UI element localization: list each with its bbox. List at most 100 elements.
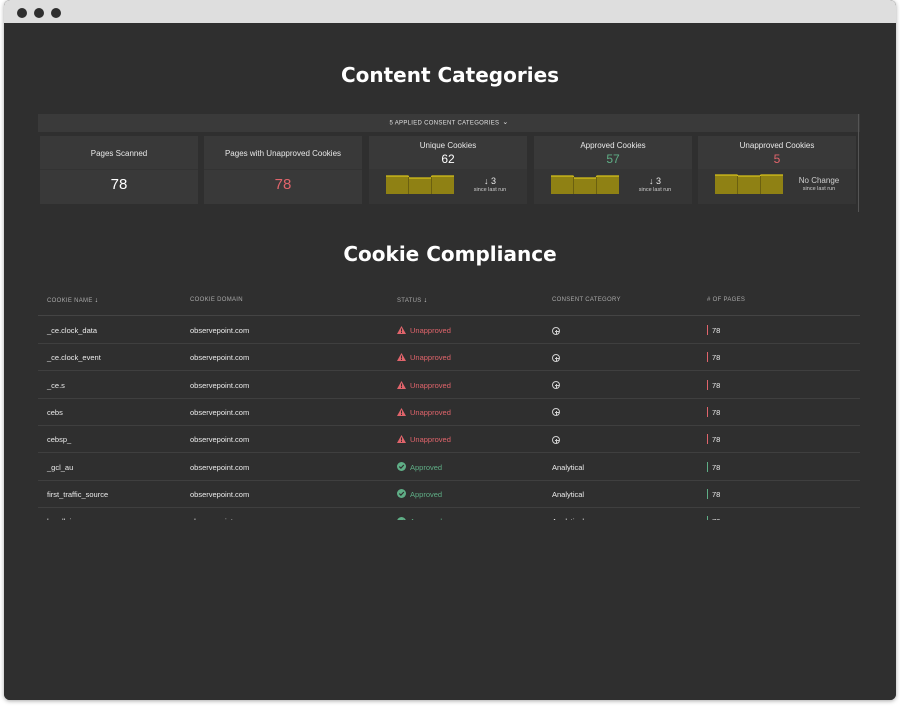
since-label: since last run	[638, 187, 672, 193]
plus-circle-icon[interactable]	[552, 381, 560, 390]
status-badge: Unapproved	[397, 381, 451, 390]
header-label: Cookie Domain	[190, 297, 243, 303]
category-label: Analytical	[552, 489, 585, 499]
header-label: Status	[397, 298, 422, 304]
column-header-status[interactable]: Status ↓	[397, 297, 427, 304]
cookie-domain: observepoint.com	[190, 517, 249, 520]
pages-value: 78	[712, 517, 720, 520]
cookie-domain: observepoint.com	[190, 407, 250, 417]
status-label: Unapproved	[410, 407, 451, 417]
report-content: Content Categories 5 APPLIED CONSENT CAT…	[4, 23, 896, 700]
since-label: since last run	[473, 187, 507, 193]
cookie-domain: observepoint.com	[190, 353, 250, 363]
column-header-pages[interactable]: # of Pages	[707, 297, 745, 303]
pages-value: 78	[712, 407, 721, 417]
approved-cookies-card[interactable]: Approved Cookies 57 ↓ 3 since last run	[534, 136, 692, 204]
delta-value: No Change	[798, 176, 840, 185]
table-row[interactable]: _gcl_au observepoint.com Approved Analytica…	[38, 454, 860, 481]
status-badge: Approved	[397, 462, 442, 472]
pages-value: 78	[712, 353, 721, 363]
cookie-name[interactable]: handl_ip	[47, 517, 75, 520]
pages-unapproved-card[interactable]: Pages with Unapproved Cookies 78	[204, 136, 362, 204]
status-bar-mark	[707, 325, 708, 336]
status-badge: Unapproved	[397, 408, 451, 417]
table-row[interactable]: cebs observepoint.com Unapproved 78	[38, 399, 860, 426]
column-header-cookie-domain[interactable]: Cookie Domain	[190, 297, 243, 303]
status-bar-mark	[707, 461, 708, 472]
table-row[interactable]: first_traffic_source observepoint.com Appr…	[38, 481, 860, 508]
consent-category[interactable]	[552, 435, 560, 444]
consent-category[interactable]	[552, 381, 560, 390]
content-categories-title: Content Categories	[340, 63, 560, 87]
pages-value: 78	[712, 489, 721, 499]
header-label: Consent Category	[552, 297, 621, 303]
consent-category[interactable]	[552, 326, 560, 335]
pages-value: 78	[712, 462, 721, 472]
status-badge: Approved	[397, 489, 442, 499]
card-value: 78	[110, 176, 128, 193]
check-circle-icon	[397, 489, 406, 499]
unapproved-cookies-card[interactable]: Unapproved Cookies 5 No Change since las…	[698, 136, 856, 204]
consent-category[interactable]	[552, 353, 560, 362]
table-row[interactable]: cebsp_ observepoint.com Unapproved 78	[38, 426, 860, 454]
cookie-name[interactable]: _ce.clock_data	[47, 326, 97, 335]
card-divider	[40, 169, 198, 170]
cookie-name[interactable]: _gcl_au	[47, 463, 73, 472]
window-close-dot[interactable]	[17, 8, 27, 18]
table-header: Cookie Name ↓ Cookie Domain Status ↓ Conse…	[38, 290, 860, 316]
table-row[interactable]: _ce.s observepoint.com Unapproved 78	[38, 372, 860, 399]
cookie-name[interactable]: _ce.clock_event	[47, 353, 101, 362]
plus-circle-icon[interactable]	[552, 353, 560, 362]
plus-circle-icon[interactable]	[552, 408, 560, 417]
pages-scanned-card[interactable]: Pages Scanned 78	[40, 136, 198, 204]
column-header-consent-category[interactable]: Consent Category	[552, 297, 621, 303]
table-row[interactable]: _ce.clock_data observepoint.com Unapproved…	[38, 317, 860, 344]
warning-triangle-icon	[397, 353, 406, 362]
header-label: Cookie Name	[47, 298, 93, 304]
cookie-name[interactable]: first_traffic_source	[47, 490, 108, 499]
cookie-name[interactable]: _ce.s	[47, 381, 65, 390]
cookie-domain: observepoint.com	[190, 380, 250, 390]
cookie-name[interactable]: cebs	[47, 408, 63, 417]
status-label: Unapproved	[410, 435, 451, 445]
pages-count: 78	[707, 325, 720, 336]
unique-cookies-card[interactable]: Unique Cookies 62 ↓ 3 since last run	[369, 136, 527, 204]
warning-triangle-icon	[397, 435, 406, 444]
window-zoom-dot[interactable]	[51, 8, 61, 18]
sparkline-area: No Change since last run	[698, 169, 856, 204]
status-label: Unapproved	[410, 380, 451, 390]
window-minimize-dot[interactable]	[34, 8, 44, 18]
card-label: Unapproved Cookies	[739, 141, 815, 150]
column-header-cookie-name[interactable]: Cookie Name ↓	[47, 297, 98, 304]
status-badge: Approved	[397, 516, 442, 520]
table-row[interactable]: handl_ip observepoint.com Approved Analytic…	[38, 508, 860, 520]
status-label: Approved	[410, 517, 442, 520]
divider	[858, 114, 859, 212]
consent-categories-filter[interactable]: 5 APPLIED CONSENT CATEGORIES ⌄	[38, 114, 860, 132]
warning-triangle-icon	[397, 326, 406, 335]
arrow-down-icon: ↓	[483, 176, 489, 186]
table-row[interactable]: _ce.clock_event observepoint.com Unapprove…	[38, 344, 860, 372]
status-bar-mark	[707, 516, 708, 520]
status-bar-mark	[707, 488, 708, 499]
plus-circle-icon[interactable]	[552, 435, 560, 444]
status-label: Unapproved	[410, 353, 451, 363]
consent-category[interactable]	[552, 408, 560, 417]
chevron-down-icon: ⌄	[502, 119, 509, 126]
pages-count: 78	[707, 461, 721, 472]
status-bar-mark	[707, 406, 708, 417]
cookie-domain: observepoint.com	[190, 435, 250, 445]
sparkline-area: ↓ 3 since last run	[534, 169, 692, 204]
status-bar-mark	[707, 352, 708, 363]
status-bar-mark	[707, 434, 708, 445]
warning-triangle-icon	[397, 380, 406, 389]
plus-circle-icon[interactable]	[552, 326, 560, 335]
header-label: # of Pages	[707, 297, 746, 303]
cookie-domain: observepoint.com	[190, 326, 250, 335]
sparkline-chart	[386, 175, 454, 194]
cookie-name[interactable]: cebsp_	[47, 435, 71, 444]
sparkline-chart	[551, 175, 619, 194]
card-value: 62	[441, 152, 455, 166]
since-label: since last run	[802, 186, 836, 192]
status-badge: Unapproved	[397, 435, 451, 444]
